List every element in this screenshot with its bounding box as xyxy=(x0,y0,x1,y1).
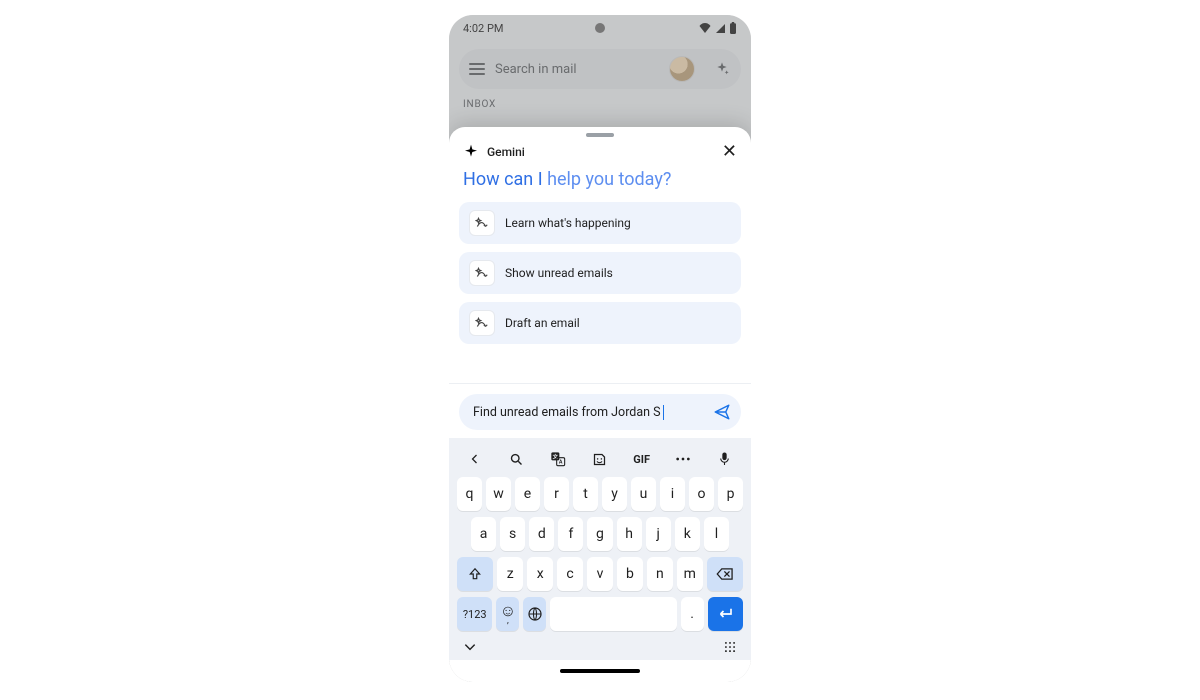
key-i[interactable]: i xyxy=(660,477,685,511)
kb-collapse-icon[interactable] xyxy=(463,642,477,652)
kb-mic-icon[interactable] xyxy=(713,447,737,471)
key-w[interactable]: w xyxy=(486,477,511,511)
key-x[interactable]: x xyxy=(527,557,553,591)
phone-frame: 4:02 PM Search in mail INBOX xyxy=(449,15,751,682)
android-nav-bar xyxy=(449,660,751,682)
key-shift[interactable] xyxy=(457,557,493,591)
prompt-input-text: Find unread emails from Jordan S xyxy=(473,405,705,420)
key-space[interactable] xyxy=(550,597,677,631)
key-y[interactable]: y xyxy=(602,477,627,511)
kb-sticker-icon[interactable] xyxy=(588,447,612,471)
keyboard-toolbar: 文A GIF xyxy=(453,444,747,474)
key-a[interactable]: a xyxy=(471,517,496,551)
headline-part-2: help you today? xyxy=(547,169,671,190)
text-caret xyxy=(663,405,665,420)
key-p[interactable]: p xyxy=(718,477,743,511)
keyboard-footer xyxy=(453,634,747,656)
sheet-grabber[interactable] xyxy=(586,133,614,137)
svg-text:A: A xyxy=(559,460,563,466)
key-j[interactable]: j xyxy=(646,517,671,551)
comma-label: , xyxy=(507,616,509,626)
key-k[interactable]: k xyxy=(675,517,700,551)
prompt-input-value: Find unread emails from Jordan S xyxy=(473,405,661,420)
kb-back-icon[interactable] xyxy=(463,447,487,471)
key-n[interactable]: n xyxy=(647,557,673,591)
headline: How can I help you today? xyxy=(449,163,751,202)
bounce-arrow-icon xyxy=(469,310,495,336)
suggestion-label: Show unread emails xyxy=(505,266,613,280)
kb-search-icon[interactable] xyxy=(505,447,529,471)
send-button[interactable] xyxy=(713,403,731,421)
keyboard-row-2: a s d f g h j k l xyxy=(453,514,747,554)
keyboard-row-3: z x c v b n m xyxy=(453,554,747,594)
key-globe[interactable] xyxy=(523,597,546,631)
keyboard-row-1: q w e r t y u i o p xyxy=(453,474,747,514)
sheet-title: Gemini xyxy=(487,145,714,159)
key-emoji-comma[interactable]: ☺ , xyxy=(496,597,519,631)
key-backspace[interactable] xyxy=(707,557,743,591)
key-numbers[interactable]: ?123 xyxy=(457,597,492,631)
gemini-sparkle-icon xyxy=(463,144,479,160)
kb-more-icon[interactable] xyxy=(671,447,695,471)
key-d[interactable]: d xyxy=(529,517,554,551)
input-area: Find unread emails from Jordan S xyxy=(449,383,751,438)
keyboard-row-4: ?123 ☺ , . xyxy=(453,594,747,634)
bounce-arrow-icon xyxy=(469,260,495,286)
kb-gif-button[interactable]: GIF xyxy=(630,447,654,471)
headline-part-1: How can I xyxy=(463,169,547,190)
gemini-sheet: Gemini ✕ How can I help you today? Learn… xyxy=(449,127,751,682)
key-enter[interactable] xyxy=(708,597,743,631)
prompt-input[interactable]: Find unread emails from Jordan S xyxy=(459,394,741,430)
key-m[interactable]: m xyxy=(677,557,703,591)
key-l[interactable]: l xyxy=(704,517,729,551)
key-o[interactable]: o xyxy=(689,477,714,511)
key-s[interactable]: s xyxy=(500,517,525,551)
key-f[interactable]: f xyxy=(558,517,583,551)
suggestion-learn-happening[interactable]: Learn what's happening xyxy=(459,202,741,244)
kb-translate-icon[interactable]: 文A xyxy=(546,447,570,471)
suggestion-list: Learn what's happening Show unread email… xyxy=(449,202,751,344)
kb-grid-icon[interactable] xyxy=(723,640,737,654)
key-g[interactable]: g xyxy=(587,517,612,551)
key-t[interactable]: t xyxy=(573,477,598,511)
sheet-header: Gemini ✕ xyxy=(449,139,751,163)
key-e[interactable]: e xyxy=(515,477,540,511)
bounce-arrow-icon xyxy=(469,210,495,236)
key-r[interactable]: r xyxy=(544,477,569,511)
key-q[interactable]: q xyxy=(457,477,482,511)
key-u[interactable]: u xyxy=(631,477,656,511)
suggestion-draft-email[interactable]: Draft an email xyxy=(459,302,741,344)
keyboard: 文A GIF q w e r t y u i o p xyxy=(449,438,751,660)
key-h[interactable]: h xyxy=(617,517,642,551)
key-c[interactable]: c xyxy=(557,557,583,591)
key-v[interactable]: v xyxy=(587,557,613,591)
suggestion-label: Draft an email xyxy=(505,316,580,330)
nav-pill[interactable] xyxy=(560,669,640,673)
key-period[interactable]: . xyxy=(681,597,704,631)
key-b[interactable]: b xyxy=(617,557,643,591)
close-button[interactable]: ✕ xyxy=(722,143,737,161)
key-z[interactable]: z xyxy=(497,557,523,591)
suggestion-show-unread[interactable]: Show unread emails xyxy=(459,252,741,294)
suggestion-label: Learn what's happening xyxy=(505,216,631,230)
